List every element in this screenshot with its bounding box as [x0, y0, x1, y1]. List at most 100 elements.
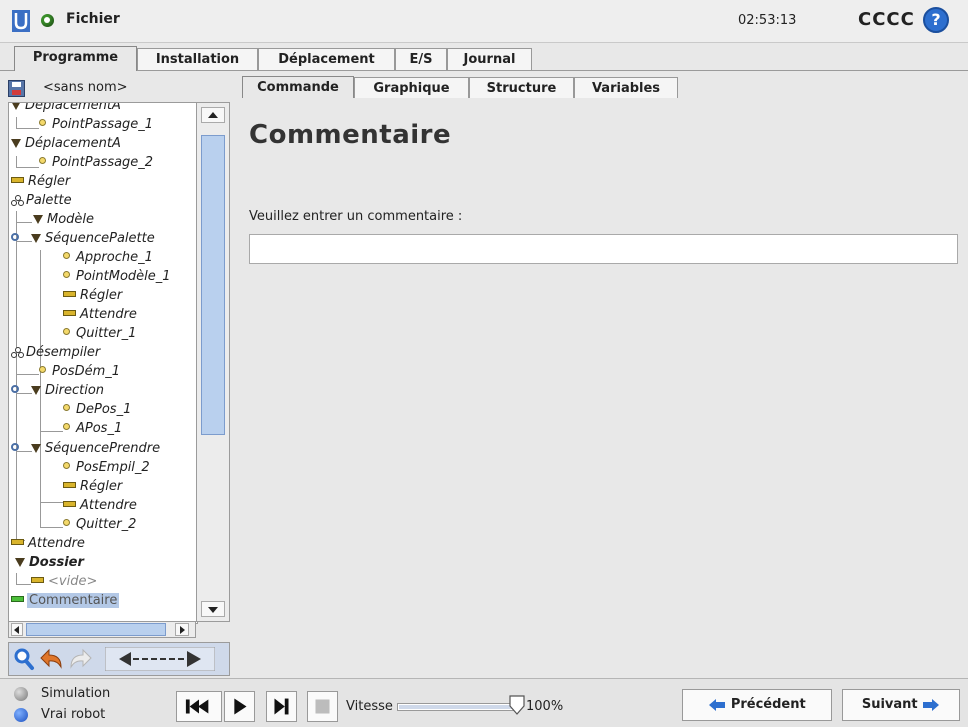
- tree-node[interactable]: Quitter_1: [63, 324, 136, 343]
- pallet-icon: [11, 195, 24, 206]
- tree-node[interactable]: DéplacementA: [11, 134, 121, 153]
- clock: 02:53:13: [738, 13, 797, 28]
- program-tree[interactable]: DéplacementA PointPassage_1 DéplacementA…: [8, 102, 198, 624]
- save-icon[interactable]: [8, 80, 25, 97]
- tab-commande[interactable]: Commande: [242, 76, 354, 99]
- tree-node[interactable]: Attendre: [11, 534, 85, 553]
- help-icon[interactable]: ?: [923, 7, 949, 33]
- tree-node[interactable]: Dossier: [15, 553, 84, 572]
- top-bar: Fichier 02:53:13 CCCC ?: [0, 0, 968, 43]
- tree-vertical-scrollbar[interactable]: [196, 102, 230, 622]
- undo-icon[interactable]: [39, 647, 65, 671]
- ur-logo: [12, 10, 30, 32]
- real-robot-radio[interactable]: [14, 708, 28, 722]
- tree-node[interactable]: SéquencePrendre: [11, 439, 160, 458]
- sequence-icon: [11, 443, 19, 451]
- tree-toolbar: [8, 642, 230, 676]
- arrow-left-icon: [709, 698, 726, 711]
- tab-programme[interactable]: Programme: [14, 46, 137, 71]
- footer-bar: Simulation Vrai robot Vitesse 100% Précé…: [0, 678, 968, 727]
- program-name: <sans nom>: [43, 80, 128, 95]
- main-tabs: Programme Installation Déplacement E/S J…: [0, 43, 968, 71]
- program-tree-panel: <sans nom> DéplacementA PointPassage_1 D…: [8, 78, 230, 676]
- tree-connector: [40, 459, 63, 528]
- tree-node[interactable]: PosDém_1: [39, 362, 120, 381]
- speed-slider[interactable]: [397, 703, 520, 711]
- tree-node[interactable]: Quitter_2: [63, 515, 136, 534]
- tree-node[interactable]: PointPassage_1: [39, 115, 153, 134]
- tree-node[interactable]: SéquencePalette: [11, 229, 155, 248]
- speed-value: 100%: [526, 699, 564, 714]
- sub-tabs: Commande Graphique Structure Variables: [234, 76, 968, 99]
- robot-name: CCCC: [858, 9, 915, 30]
- scroll-right-icon[interactable]: [175, 623, 189, 636]
- file-menu[interactable]: Fichier: [66, 11, 120, 27]
- redo-icon[interactable]: [67, 647, 93, 671]
- tree-node[interactable]: DePos_1: [63, 400, 131, 419]
- arrow-right-icon: [923, 698, 940, 711]
- tree-node[interactable]: Modèle: [33, 210, 94, 229]
- command-panel: Commentaire Veuillez entrer un commentai…: [234, 98, 968, 676]
- program-header: <sans nom>: [8, 78, 230, 100]
- tree-connector: [16, 573, 31, 585]
- tree-connector: [16, 363, 39, 375]
- tree-node[interactable]: Attendre: [63, 496, 137, 515]
- tab-variables[interactable]: Variables: [574, 77, 678, 98]
- simulation-radio[interactable]: [14, 687, 28, 701]
- robot-status-icon: [41, 14, 54, 27]
- tree-node[interactable]: PosEmpil_2: [63, 458, 150, 477]
- tab-es[interactable]: E/S: [395, 48, 447, 70]
- real-robot-label[interactable]: Vrai robot: [41, 707, 105, 722]
- next-label: Suivant: [861, 697, 918, 712]
- tree-node-selected[interactable]: Commentaire: [11, 591, 120, 610]
- tree-node[interactable]: DéplacementA: [11, 103, 121, 115]
- tree-node[interactable]: Attendre: [63, 305, 137, 324]
- next-button[interactable]: Suivant: [842, 689, 960, 721]
- tree-node[interactable]: <vide>: [31, 572, 97, 591]
- scroll-thumb[interactable]: [26, 623, 166, 636]
- scroll-up-icon[interactable]: [201, 107, 225, 123]
- comment-label: Veuillez entrer un commentaire :: [249, 209, 463, 224]
- skip-to-start-icon[interactable]: [176, 691, 222, 722]
- tree-connector: [16, 156, 39, 168]
- speed-slider-handle[interactable]: [508, 694, 526, 716]
- search-icon[interactable]: [13, 647, 35, 671]
- tab-installation[interactable]: Installation: [137, 48, 258, 70]
- speed-slider-fill: [399, 705, 518, 709]
- tree-node[interactable]: Régler: [63, 286, 122, 305]
- pallet-icon: [11, 347, 24, 358]
- tree-horizontal-scrollbar[interactable]: [8, 621, 196, 638]
- tree-node[interactable]: APos_1: [63, 419, 122, 438]
- speed-label: Vitesse: [346, 699, 393, 714]
- tree-node[interactable]: Désempiler: [11, 343, 100, 362]
- page-title: Commentaire: [249, 120, 452, 150]
- tree-node[interactable]: Régler: [11, 172, 70, 191]
- tree-node[interactable]: Régler: [63, 477, 122, 496]
- simulation-label[interactable]: Simulation: [41, 686, 110, 701]
- scroll-down-icon[interactable]: [201, 601, 225, 617]
- tab-graphique[interactable]: Graphique: [354, 77, 469, 98]
- tab-deplacement[interactable]: Déplacement: [258, 48, 395, 70]
- move-node-icon[interactable]: [105, 647, 215, 671]
- tab-journal[interactable]: Journal: [447, 48, 532, 70]
- play-icon[interactable]: [224, 691, 255, 722]
- tree-node[interactable]: PointPassage_2: [39, 153, 153, 172]
- sequence-icon: [11, 385, 19, 393]
- tree-node[interactable]: Direction: [11, 381, 104, 400]
- tree-connector: [16, 211, 25, 541]
- stop-icon[interactable]: [307, 691, 338, 722]
- tree-connector: [16, 211, 32, 223]
- scroll-thumb[interactable]: [201, 135, 225, 435]
- previous-label: Précédent: [730, 697, 806, 712]
- comment-input[interactable]: [249, 234, 958, 264]
- tree-node[interactable]: Approche_1: [63, 248, 153, 267]
- scroll-left-icon[interactable]: [11, 623, 23, 636]
- tree-node[interactable]: PointModèle_1: [63, 267, 171, 286]
- sequence-icon: [11, 233, 19, 241]
- tree-connector: [40, 401, 63, 432]
- tree-connector: [16, 117, 39, 129]
- step-icon[interactable]: [266, 691, 297, 722]
- previous-button[interactable]: Précédent: [682, 689, 832, 721]
- tree-node[interactable]: Palette: [11, 191, 72, 210]
- tab-structure[interactable]: Structure: [469, 77, 574, 98]
